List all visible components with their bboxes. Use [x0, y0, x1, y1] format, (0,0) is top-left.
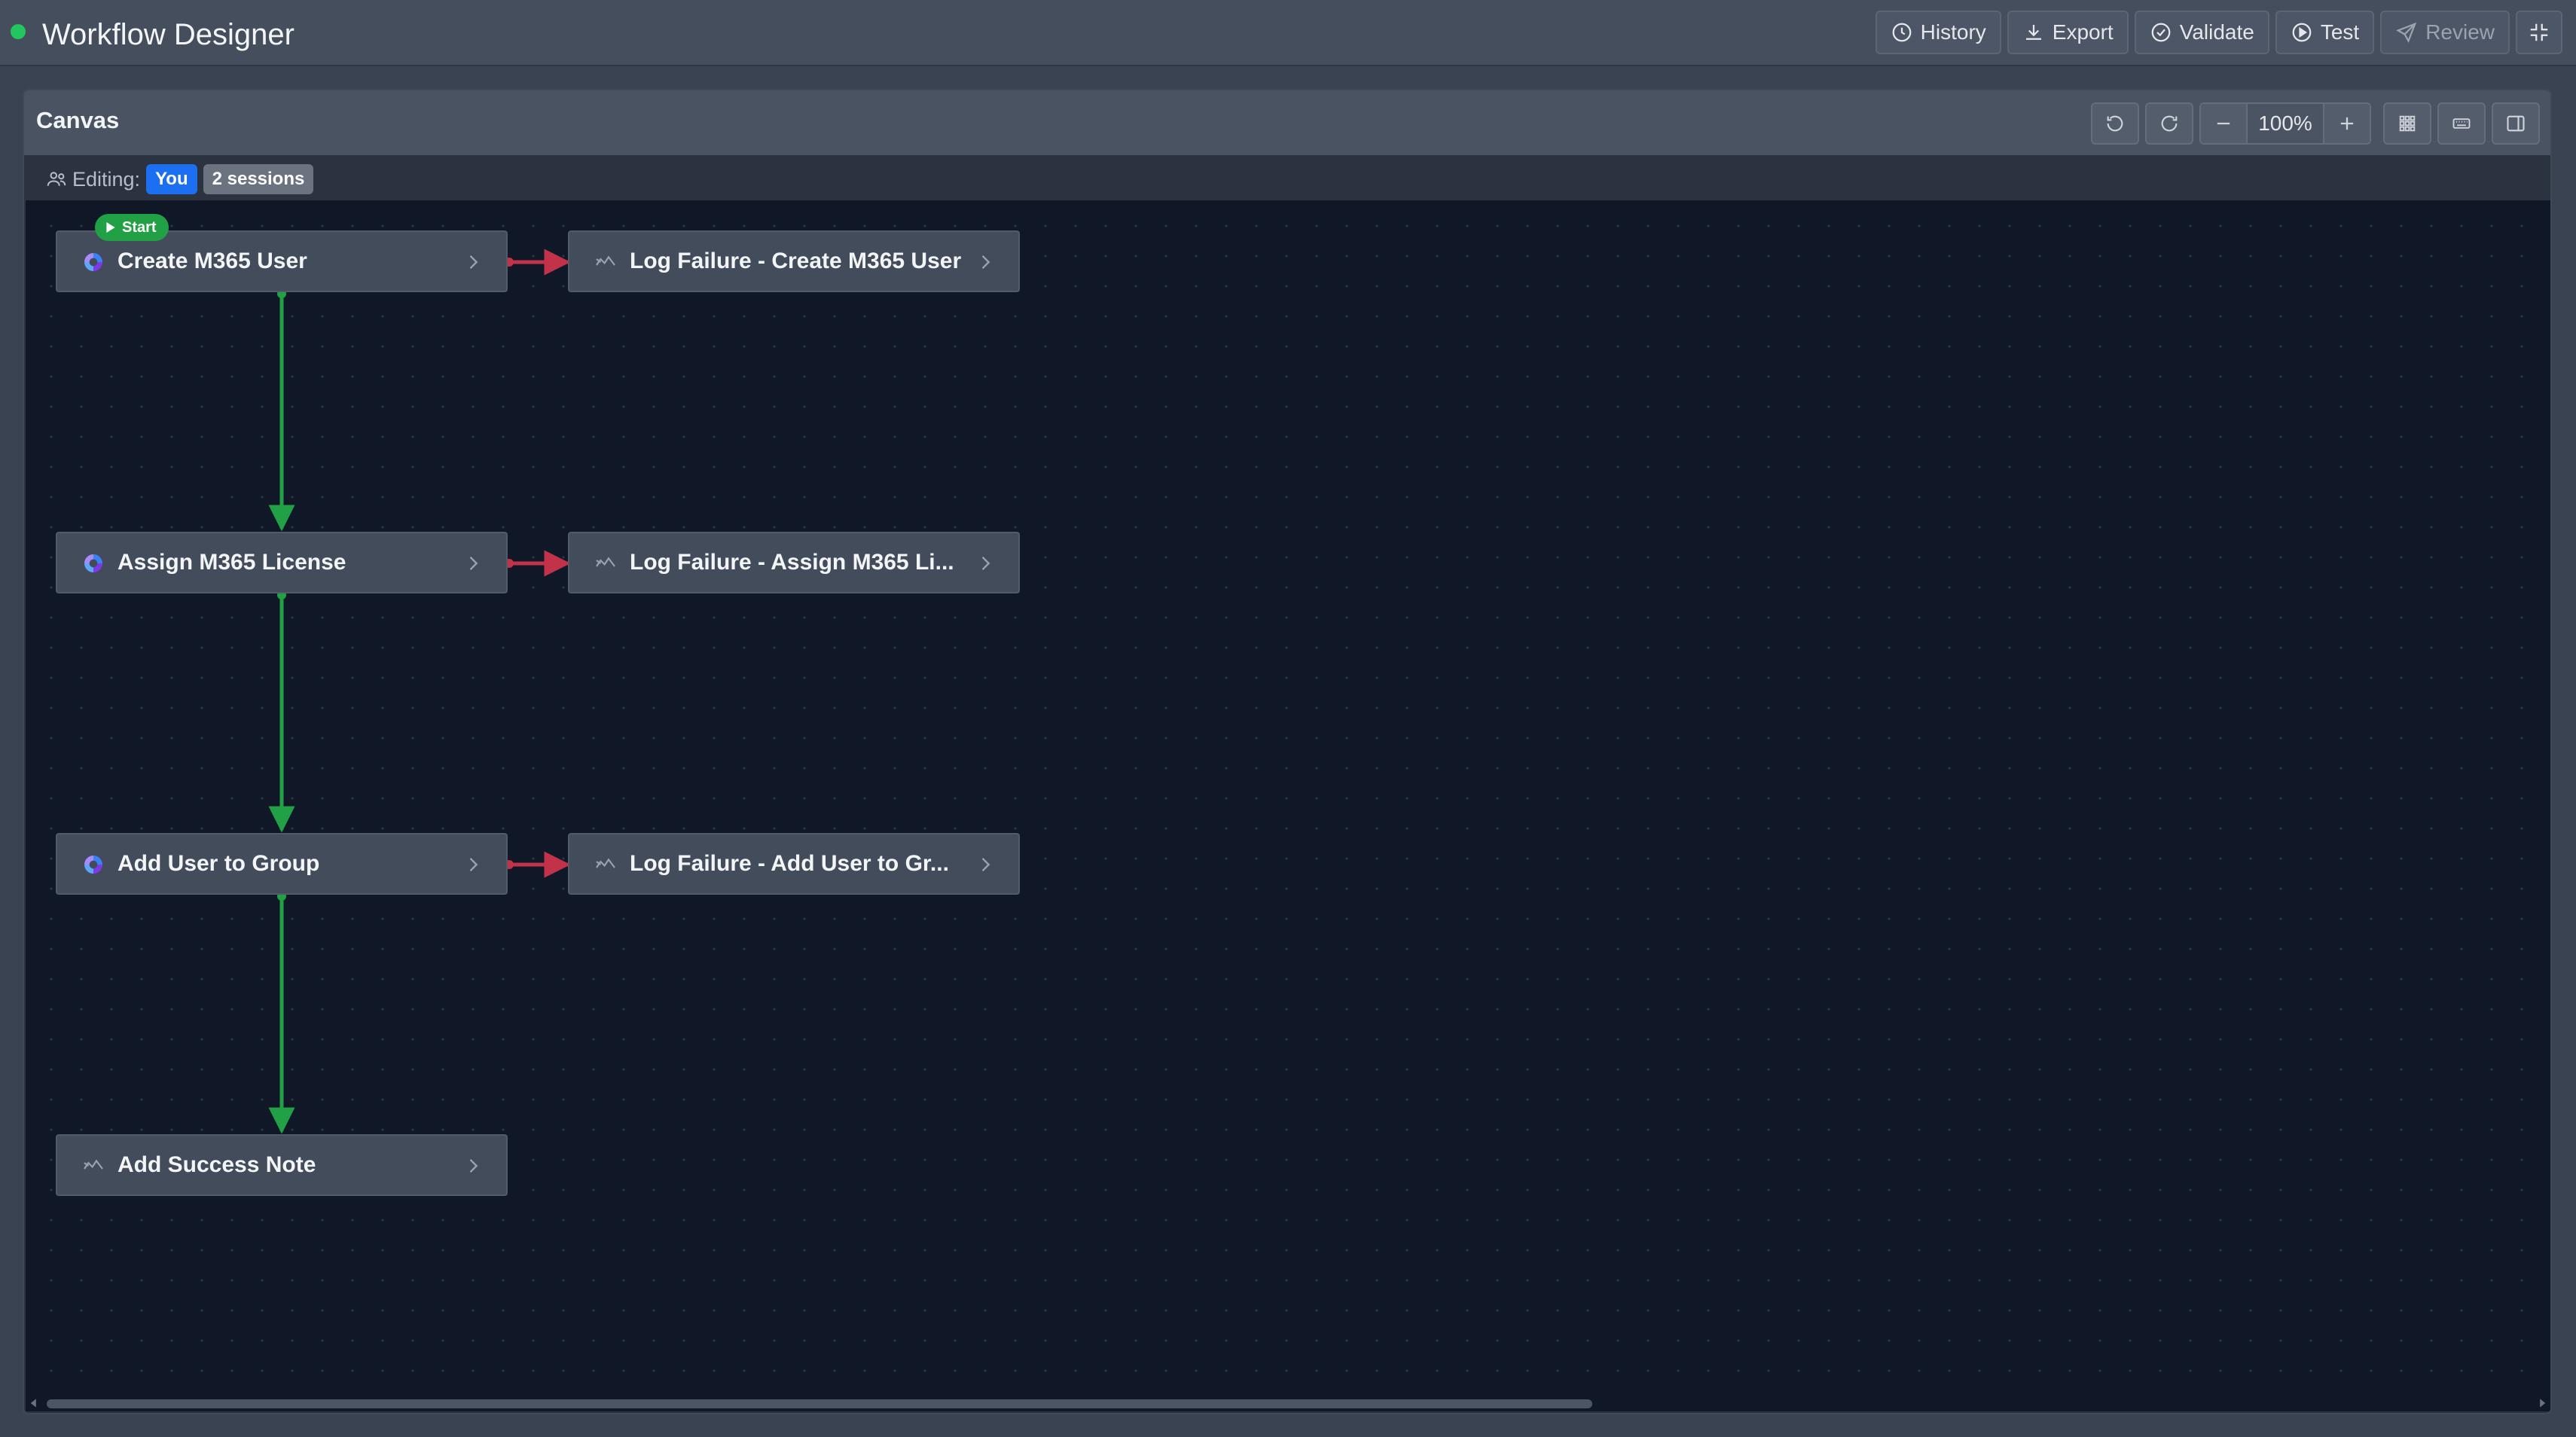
horizontal-scrollbar[interactable]: [26, 1395, 2550, 1411]
connection-status-dot: [11, 24, 26, 39]
download-icon: [2025, 25, 2041, 40]
sessions-badge[interactable]: 2 sessions: [203, 164, 314, 194]
workflow-node-log-failure-group[interactable]: Log Failure - Add User to Gr...: [568, 833, 1020, 895]
validate-button-label: Validate: [2179, 20, 2254, 44]
scroll-left-icon[interactable]: [29, 1398, 39, 1408]
canvas-header: Canvas 100%: [24, 90, 2550, 155]
note-icon: [84, 1159, 103, 1170]
title-bar: Workflow Designer History Export Validat…: [0, 0, 2576, 66]
node-title: Add User to Group: [118, 851, 320, 876]
m365-icon: [84, 856, 102, 874]
zoom-level[interactable]: 100%: [2246, 104, 2324, 143]
app-title: Workflow Designer: [42, 18, 295, 51]
chevron-right-icon[interactable]: [462, 252, 484, 273]
canvas-toolbar: 100%: [2091, 102, 2540, 145]
check-circle-icon: [2151, 23, 2171, 42]
editing-indicator: Editing:: [45, 168, 140, 191]
note-icon: [596, 255, 615, 266]
collapse-button[interactable]: [2516, 11, 2562, 54]
node-title: Assign M365 License: [118, 550, 346, 575]
review-button-label: Review: [2425, 20, 2495, 44]
edge-layer: [268, 249, 571, 1134]
chevron-right-icon[interactable]: [975, 252, 996, 273]
chevron-right-icon[interactable]: [462, 553, 484, 574]
node-title: Log Failure - Add User to Gr...: [630, 851, 949, 876]
zoom-control: 100%: [2199, 102, 2371, 145]
grid-icon: [2399, 115, 2416, 132]
editing-you-badge: You: [146, 164, 197, 194]
node-title: Log Failure - Assign M365 Li...: [630, 550, 954, 575]
validate-button[interactable]: Validate: [2134, 11, 2269, 54]
redo-icon: [2161, 115, 2178, 132]
history-button[interactable]: History: [1875, 11, 2001, 54]
canvas-title: Canvas: [36, 107, 120, 133]
canvas-panel: Canvas 100% Editing: You 2 sessions Star…: [23, 89, 2552, 1414]
clock-icon: [1892, 23, 1912, 42]
collaboration-bar: Editing: You 2 sessions: [45, 163, 314, 196]
history-button-label: History: [1920, 20, 1986, 44]
workflow-node-add-success-note[interactable]: Add Success Note: [56, 1134, 508, 1196]
minus-icon: [2217, 122, 2230, 125]
review-button[interactable]: Review: [2380, 11, 2510, 54]
zoom-out-button[interactable]: [2201, 104, 2246, 143]
test-button-label: Test: [2320, 20, 2360, 44]
side-panel-icon: [2507, 115, 2525, 132]
chevron-right-icon[interactable]: [975, 854, 996, 875]
chevron-right-icon[interactable]: [975, 553, 996, 574]
test-button[interactable]: Test: [2275, 11, 2375, 54]
play-circle-icon: [2292, 23, 2312, 42]
send-icon: [2396, 22, 2417, 43]
node-title: Create M365 User: [118, 249, 307, 273]
scroll-right-icon[interactable]: [2537, 1398, 2547, 1408]
play-icon: [106, 222, 115, 233]
start-badge-label: Start: [122, 218, 157, 236]
plus-icon: [2340, 117, 2354, 130]
keyboard-shortcuts-button[interactable]: [2437, 102, 2486, 145]
node-title: Log Failure - Create M365 User: [630, 249, 962, 273]
note-icon: [596, 858, 615, 868]
export-button-label: Export: [2052, 20, 2114, 44]
workflow-canvas[interactable]: Start Create M365 User Log Failure - Cre…: [26, 200, 2550, 1399]
export-button[interactable]: Export: [2007, 11, 2129, 54]
toggle-side-panel-button[interactable]: [2492, 102, 2540, 145]
undo-icon: [2107, 115, 2123, 132]
top-actions: History Export Validate Test Review: [1875, 11, 2562, 54]
redo-button[interactable]: [2145, 102, 2193, 145]
minimize-icon: [2530, 23, 2548, 41]
m365-icon: [84, 253, 102, 271]
workflow-node-log-failure-create[interactable]: Log Failure - Create M365 User: [568, 230, 1020, 292]
m365-icon: [84, 554, 102, 572]
undo-button[interactable]: [2091, 102, 2139, 145]
grid-toggle-button[interactable]: [2383, 102, 2431, 145]
node-title: Add Success Note: [118, 1152, 316, 1177]
keyboard-icon: [2452, 118, 2471, 129]
workflow-node-log-failure-assign[interactable]: Log Failure - Assign M365 Li...: [568, 532, 1020, 593]
zoom-in-button[interactable]: [2324, 104, 2370, 143]
start-badge: Start: [95, 214, 169, 241]
workflow-node-assign-m365-license[interactable]: Assign M365 License: [56, 532, 508, 593]
users-icon: [47, 172, 66, 186]
chevron-right-icon[interactable]: [462, 854, 484, 875]
note-icon: [596, 557, 615, 567]
chevron-right-icon[interactable]: [462, 1155, 484, 1176]
workflow-node-add-user-to-group[interactable]: Add User to Group: [56, 833, 508, 895]
editing-label: Editing:: [72, 167, 141, 191]
scrollbar-thumb[interactable]: [47, 1399, 1592, 1408]
